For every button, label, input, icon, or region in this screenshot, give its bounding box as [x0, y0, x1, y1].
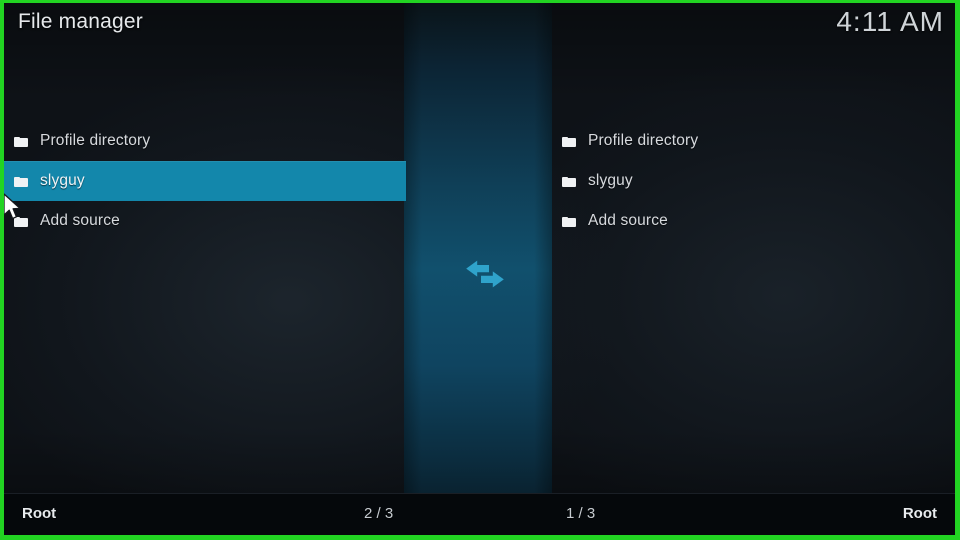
folder-icon — [14, 176, 28, 187]
list-item-label: slyguy — [588, 172, 633, 189]
file-list-right[interactable]: Profile directory slyguy Add source — [552, 121, 955, 241]
list-item-label: Add source — [40, 212, 120, 229]
list-item[interactable]: Add source — [552, 201, 955, 241]
folder-icon — [562, 176, 576, 187]
status-bar: Root 2 / 3 1 / 3 Root — [4, 493, 955, 535]
left-path-label: Root — [22, 505, 57, 522]
right-item-counter: 1 / 3 — [566, 505, 596, 522]
folder-icon — [562, 216, 576, 227]
list-item[interactable]: Profile directory — [552, 121, 955, 161]
list-item-selected[interactable]: slyguy — [4, 161, 406, 201]
list-item-label: Add source — [588, 212, 668, 229]
folder-icon — [14, 216, 28, 227]
list-item-label: Profile directory — [40, 132, 151, 149]
folder-icon — [562, 136, 576, 147]
list-item[interactable]: slyguy — [552, 161, 955, 201]
list-item[interactable]: Add source — [4, 201, 406, 241]
window-frame: File manager 4:11 AM Profile directory s… — [4, 3, 955, 535]
folder-icon — [14, 136, 28, 147]
file-list-left[interactable]: Profile directory slyguy Add source — [4, 121, 406, 241]
clock-label: 4:11 AM — [836, 6, 944, 37]
header-bar: File manager 4:11 AM — [4, 3, 955, 47]
list-item[interactable]: Profile directory — [4, 121, 406, 161]
page-title: File manager — [18, 10, 143, 33]
list-item-label: Profile directory — [588, 132, 699, 149]
transfer-arrows-icon — [466, 260, 504, 288]
left-item-counter: 2 / 3 — [364, 505, 394, 522]
right-path-label: Root — [902, 505, 937, 522]
kodi-file-manager-screen: File manager 4:11 AM Profile directory s… — [0, 0, 960, 540]
list-item-label: slyguy — [40, 172, 85, 189]
